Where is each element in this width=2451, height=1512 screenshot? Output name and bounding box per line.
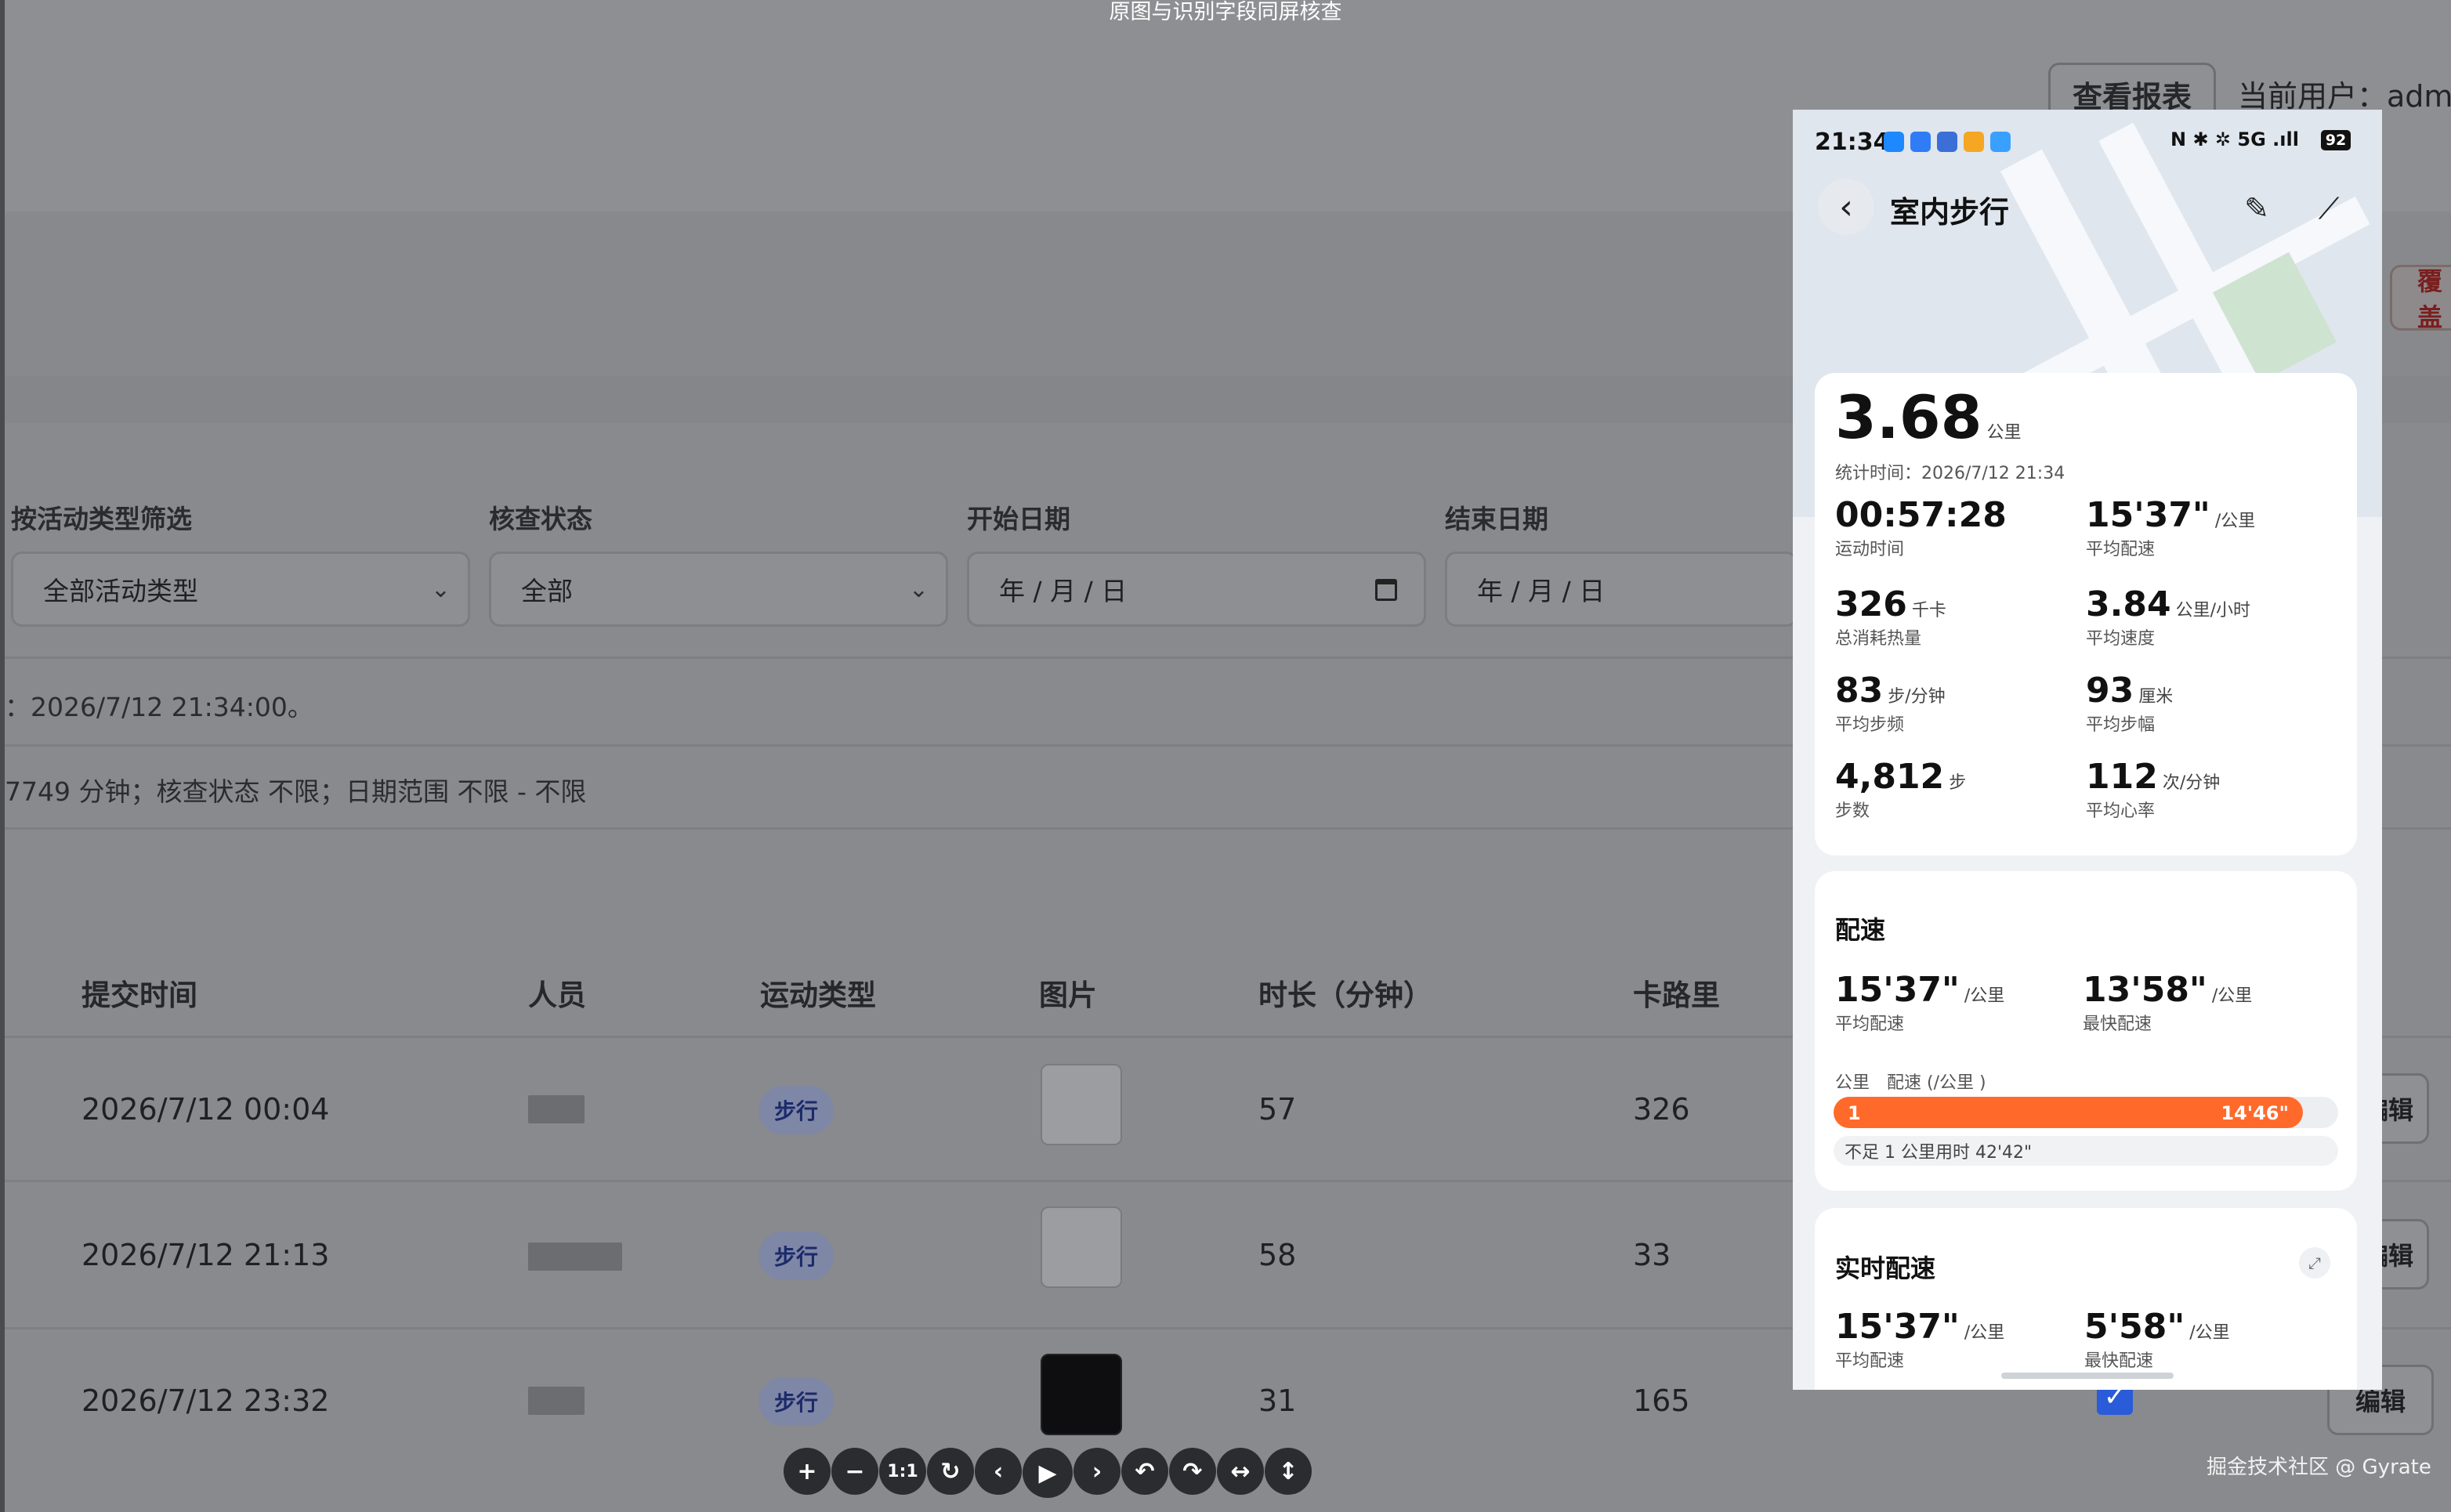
table-header-image: 图片 <box>1039 978 1097 1012</box>
chevron-down-icon: ⌄ <box>430 576 451 603</box>
info-filter-summary: 7749 分钟；核查状态 不限；日期范围 不限 - 不限 <box>5 776 587 807</box>
back-arrow-icon[interactable]: ‹ <box>1818 179 1874 235</box>
filter-activity-type-label: 按活动类型筛选 <box>11 504 192 534</box>
image-viewer-toolbar: + − 1:1 ↻ ‹ ▶ › ↶ ↷ ↔ ↕ <box>784 1448 1312 1498</box>
cell-time: 2026/7/12 00:04 <box>81 1092 330 1127</box>
rotate-left-button[interactable]: ↶ <box>1121 1448 1168 1495</box>
cell-duration: 31 <box>1258 1384 1297 1418</box>
screenshot-thumbnail[interactable] <box>1041 1206 1122 1288</box>
actual-size-button[interactable]: 1:1 <box>879 1448 926 1495</box>
watermark: 掘金技术社区 @ Gyrate <box>2207 1456 2431 1479</box>
realtime-average: 15'37"/公里 平均配速 <box>1835 1307 2005 1371</box>
realtime-pace-card: 实时配速 ⤢ 15'37"/公里 平均配速 5'58"/公里 最快配速 <box>1815 1208 2357 1390</box>
pace-average: 15'37"/公里 平均配速 <box>1835 970 2005 1034</box>
metric-calories: 326 千卡 总消耗热量 <box>1835 584 1946 649</box>
filter-status-value: 全部 <box>521 576 573 606</box>
metric-avg-speed: 3.84 公里/小时 平均速度 <box>2086 584 2250 649</box>
app-notification-icon <box>1884 132 1904 152</box>
current-user-label: 当前用户：admi <box>2238 79 2451 114</box>
cell-calories: 33 <box>1633 1238 1671 1272</box>
edit-icon[interactable]: ✎ <box>2232 183 2282 233</box>
status-bar-time: 21:34 <box>1815 128 1890 156</box>
flip-vertical-button[interactable]: ↕ <box>1265 1448 1312 1495</box>
pace-card: 配速 15'37"/公里 平均配速 13'58"/公里 最快配速 公里 配速 (… <box>1815 871 2357 1191</box>
pace-col-pace: 配速 (/公里 ) <box>1887 1073 1986 1093</box>
phone-screenshot-preview: 21:34 N ✱ ✲ 5G .ıll 92 ‹ 室内步行 ✎ ⟋ 3.68 公里… <box>1793 110 2382 1390</box>
flip-horizontal-button[interactable]: ↔ <box>1217 1448 1264 1495</box>
pace-section-title: 配速 <box>1835 915 1886 945</box>
person-redacted <box>528 1387 585 1415</box>
cell-time: 2026/7/12 23:32 <box>81 1384 330 1418</box>
next-button[interactable]: › <box>1073 1448 1121 1495</box>
summary-card: 3.68 公里 统计时间：2026/7/12 21:34 00:57:28 运动时… <box>1815 373 2357 855</box>
app-notification-icon <box>1964 132 1984 152</box>
calendar-icon[interactable] <box>1375 579 1397 601</box>
metric-avg-pace: 15'37"/公里 平均配速 <box>2086 495 2256 559</box>
filter-end-date-label: 结束日期 <box>1445 504 1548 534</box>
screenshot-thumbnail[interactable] <box>1041 1064 1122 1145</box>
reset-button[interactable]: ↻ <box>927 1448 974 1495</box>
app-notification-icon <box>1990 132 2011 152</box>
cell-calories: 326 <box>1633 1092 1690 1127</box>
stat-time: 统计时间：2026/7/12 21:34 <box>1835 464 2065 483</box>
distance-value: 3.68 公里 <box>1835 382 2022 452</box>
filter-activity-type-value: 全部活动类型 <box>43 576 198 606</box>
metric-stride: 93 厘米 平均步幅 <box>2086 671 2174 735</box>
metric-heart-rate: 112 次/分钟 平均心率 <box>2086 757 2221 821</box>
cell-time: 2026/7/12 21:13 <box>81 1238 330 1272</box>
activity-type-tag: 步行 <box>758 1377 834 1426</box>
screenshot-thumbnail[interactable] <box>1041 1354 1122 1435</box>
person-redacted <box>528 1095 585 1123</box>
realtime-fastest: 5'58"/公里 最快配速 <box>2084 1307 2230 1371</box>
person-redacted <box>528 1243 622 1271</box>
home-indicator <box>2001 1373 2174 1379</box>
pace-col-km: 公里 <box>1835 1073 1870 1093</box>
metric-cadence: 83 步/分钟 平均步频 <box>1835 671 1946 735</box>
zoom-in-button[interactable]: + <box>784 1448 831 1495</box>
pace-bar-km1: 1 14'46" <box>1834 1097 2303 1128</box>
app-notification-icon <box>1910 132 1931 152</box>
status-bar-indicators: N ✱ ✲ 5G .ıll <box>2170 128 2299 150</box>
metric-steps: 4,812 步 步数 <box>1835 757 1967 821</box>
metric-duration: 00:57:28 运动时间 <box>1835 495 2007 559</box>
expand-icon[interactable]: ⤢ <box>2299 1247 2330 1279</box>
zoom-out-button[interactable]: − <box>831 1448 878 1495</box>
filter-start-date-input[interactable]: 年 / 月 / 日 <box>967 552 1426 627</box>
filter-activity-type-select[interactable]: 全部活动类型 ⌄ <box>11 552 470 627</box>
realtime-section-title: 实时配速 <box>1835 1253 1936 1283</box>
filter-end-date-value: 年 / 月 / 日 <box>1477 576 1606 606</box>
screen-caption: 原图与识别字段同屏核查 <box>1109 0 1342 24</box>
rotate-right-button[interactable]: ↷ <box>1169 1448 1216 1495</box>
cover-button[interactable]: 覆盖 <box>2390 265 2451 332</box>
battery-icon: 92 <box>2321 130 2351 150</box>
play-button[interactable]: ▶ <box>1023 1448 1073 1498</box>
filter-status-select[interactable]: 全部 ⌄ <box>489 552 948 627</box>
filter-start-date-value: 年 / 月 / 日 <box>999 576 1128 606</box>
table-header-type: 运动类型 <box>760 978 876 1012</box>
activity-type-tag: 步行 <box>758 1086 834 1134</box>
filter-status-label: 核查状态 <box>489 504 592 534</box>
cell-calories: 165 <box>1633 1384 1690 1418</box>
table-header-calories: 卡路里 <box>1633 978 1720 1012</box>
route-share-icon[interactable]: ⟋ <box>2304 183 2354 233</box>
activity-title: 室内步行 <box>1890 195 2010 230</box>
filter-end-date-input[interactable]: 年 / 月 / 日 <box>1445 552 1798 627</box>
pace-bar-km: 1 <box>1848 1102 1861 1124</box>
table-header-person: 人员 <box>528 978 586 1012</box>
app-notification-icon <box>1937 132 1957 152</box>
cell-duration: 57 <box>1258 1092 1297 1127</box>
filter-start-date-label: 开始日期 <box>967 504 1070 534</box>
pace-bar-value: 14'46" <box>2221 1102 2289 1124</box>
chevron-down-icon: ⌄ <box>908 576 929 603</box>
table-header-time: 提交时间 <box>81 978 197 1012</box>
previous-button[interactable]: ‹ <box>975 1448 1022 1495</box>
table-header-duration: 时长（分钟） <box>1258 978 1432 1012</box>
pace-fastest: 13'58"/公里 最快配速 <box>2083 970 2253 1034</box>
window-left-edge <box>0 0 5 1512</box>
info-last-updated: ：2026/7/12 21:34:00。 <box>5 692 313 722</box>
cell-duration: 58 <box>1258 1238 1297 1272</box>
pace-short-note: 不足 1 公里用时 42'42" <box>1834 1136 2338 1166</box>
activity-type-tag: 步行 <box>758 1232 834 1280</box>
